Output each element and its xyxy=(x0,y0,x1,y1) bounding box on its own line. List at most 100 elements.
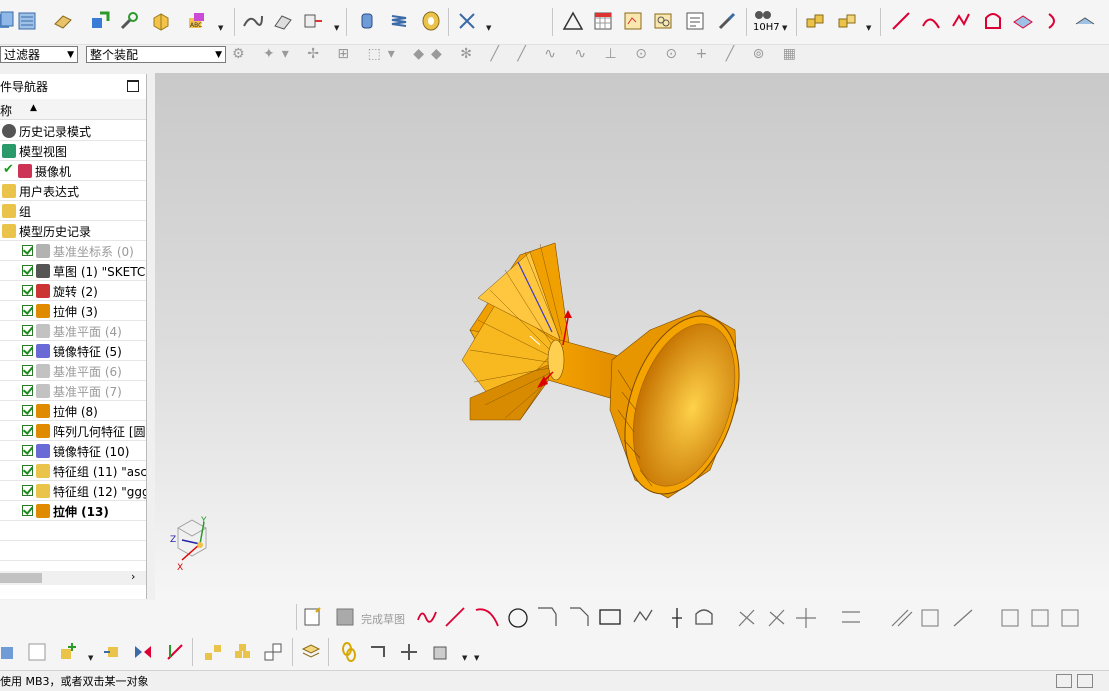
tree-row[interactable]: ✔ 摄像机 xyxy=(0,161,146,181)
tolerance-label[interactable]: 10H7 xyxy=(753,22,780,33)
mirror-icon[interactable] xyxy=(132,641,154,663)
explode-icon[interactable] xyxy=(300,641,322,663)
shape-icon[interactable] xyxy=(982,10,1004,32)
tree-row[interactable]: 模型视图 xyxy=(0,141,146,161)
part-icon[interactable] xyxy=(52,10,74,32)
chevron-right-icon[interactable]: › xyxy=(131,570,135,583)
document-icon[interactable] xyxy=(684,10,706,32)
pattern-arrows-icon[interactable] xyxy=(164,641,186,663)
assembly-constraint-icon[interactable] xyxy=(0,641,20,663)
finish-sketch-label[interactable]: 完成草图 xyxy=(361,611,405,627)
box-icon[interactable] xyxy=(150,10,172,32)
dropdown-icon[interactable]: ▼ xyxy=(866,24,871,32)
add-component-icon[interactable] xyxy=(58,641,80,663)
tree-row[interactable]: 模型历史记录 xyxy=(0,221,146,241)
checkbox[interactable] xyxy=(22,505,33,516)
sketch-curve-icon[interactable] xyxy=(242,10,264,32)
horizontal-scrollbar[interactable]: › xyxy=(0,570,146,585)
status-icon[interactable] xyxy=(1077,674,1093,688)
column-header[interactable]: 称 ▲ xyxy=(0,99,146,120)
cylinder-icon[interactable] xyxy=(356,10,378,32)
table-icon[interactable] xyxy=(26,641,48,663)
line-icon[interactable] xyxy=(890,10,912,32)
route-icon[interactable] xyxy=(368,641,390,663)
view-icon[interactable] xyxy=(1074,10,1096,32)
dropdown-icon[interactable]: ▼ xyxy=(334,24,339,32)
new-component-icon[interactable] xyxy=(88,10,110,32)
graphics-viewport[interactable]: Y Z X xyxy=(155,73,1109,600)
checkbox[interactable] xyxy=(22,465,33,476)
tree-row[interactable]: 拉伸 (13) xyxy=(0,501,146,521)
move-component-icon[interactable] xyxy=(102,641,124,663)
polyline-icon[interactable] xyxy=(950,10,972,32)
tree-row[interactable]: 旋转 (2) xyxy=(0,281,146,301)
checkbox[interactable] xyxy=(22,265,33,276)
part-model[interactable]: Y Z X xyxy=(155,73,1109,600)
checkbox[interactable] xyxy=(22,425,33,436)
sketch-curve-tools[interactable] xyxy=(414,604,1109,630)
checkbox[interactable] xyxy=(22,405,33,416)
plane-icon[interactable] xyxy=(1012,10,1034,32)
tree-row[interactable]: 拉伸 (8) xyxy=(0,401,146,421)
triangle-icon[interactable] xyxy=(562,10,584,32)
checkbox[interactable] xyxy=(22,325,33,336)
cut-icon[interactable] xyxy=(456,10,478,32)
checkbox[interactable] xyxy=(22,345,33,356)
tree-row[interactable]: 组 xyxy=(0,201,146,221)
sheet-icon[interactable] xyxy=(16,10,38,32)
tree-row[interactable]: 基准平面 (6) xyxy=(0,361,146,381)
checkbox[interactable] xyxy=(22,445,33,456)
tree-row[interactable]: 草图 (1) "SKETC xyxy=(0,261,146,281)
tree-row[interactable]: 阵列几何特征 [圆 xyxy=(0,421,146,441)
dropdown-icon[interactable]: ▼ xyxy=(474,654,479,662)
right-funnel[interactable] xyxy=(604,301,760,508)
wrench-icon[interactable] xyxy=(118,10,140,32)
arc-icon[interactable] xyxy=(920,10,942,32)
sketch-icon[interactable] xyxy=(302,606,324,628)
assembly-icon[interactable] xyxy=(0,10,16,32)
assembly-combo[interactable]: 整个装配 ▼ xyxy=(86,46,226,63)
checkbox[interactable] xyxy=(22,485,33,496)
tree-row[interactable]: 特征组 (12) "ggg xyxy=(0,481,146,501)
dropdown-icon[interactable]: ▼ xyxy=(218,24,223,32)
tree-row[interactable]: 特征组 (11) "asc xyxy=(0,461,146,481)
tree-row[interactable]: 镜像特征 (10) xyxy=(0,441,146,461)
dropdown-icon[interactable]: ▼ xyxy=(88,654,93,662)
images-icon[interactable] xyxy=(652,10,674,32)
coil-icon[interactable] xyxy=(420,10,442,32)
checkbox[interactable] xyxy=(22,285,33,296)
chain-icon[interactable] xyxy=(338,641,360,663)
status-icon[interactable] xyxy=(1056,674,1072,688)
dropdown-icon[interactable]: ▼ xyxy=(782,24,787,32)
checkbox[interactable] xyxy=(22,365,33,376)
surface-icon[interactable] xyxy=(272,10,294,32)
left-funnel[interactable] xyxy=(461,242,571,421)
shapes-icon[interactable]: ABC xyxy=(186,10,208,32)
move-tool-icon[interactable] xyxy=(302,10,324,32)
checkbox[interactable] xyxy=(22,305,33,316)
scrollbar-thumb[interactable] xyxy=(0,573,42,583)
finish-sketch-icon[interactable] xyxy=(334,606,356,628)
tree-row[interactable]: 基准坐标系 (0) xyxy=(0,241,146,261)
maximize-icon[interactable] xyxy=(127,80,139,92)
cubes-icon[interactable] xyxy=(232,641,254,663)
flip-icon[interactable] xyxy=(1044,10,1066,32)
tree-row[interactable]: 历史记录模式 xyxy=(0,121,146,141)
brush-icon[interactable] xyxy=(716,10,738,32)
checkbox[interactable] xyxy=(22,245,33,256)
tree-row[interactable]: 拉伸 (3) xyxy=(0,301,146,321)
wire-icon[interactable] xyxy=(398,641,420,663)
cubes-move-icon[interactable] xyxy=(836,10,858,32)
link-icon[interactable] xyxy=(262,641,284,663)
tree-row[interactable]: 基准平面 (7) xyxy=(0,381,146,401)
cubes-icon[interactable] xyxy=(804,10,826,32)
component-cubes-icon[interactable] xyxy=(430,641,452,663)
spring-icon[interactable] xyxy=(388,10,410,32)
dropdown-icon[interactable]: ▼ xyxy=(462,654,467,662)
checkbox[interactable] xyxy=(22,385,33,396)
tree-row[interactable]: 镜像特征 (5) xyxy=(0,341,146,361)
table-icon[interactable] xyxy=(592,10,614,32)
tree-row[interactable]: 基准平面 (4) xyxy=(0,321,146,341)
filter-combo[interactable]: 过滤器 ▼ xyxy=(0,46,78,63)
assembly-tree-icon[interactable] xyxy=(202,641,224,663)
